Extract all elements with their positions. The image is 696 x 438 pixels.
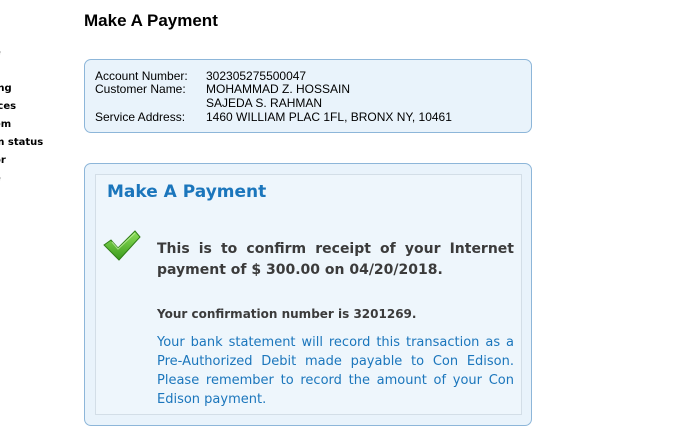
- account-info-box: Account Number: 302305275500047 Customer…: [84, 59, 532, 133]
- service-address: 1460 WILLIAM PLAC 1FL, BRONX NY, 10461: [206, 110, 452, 124]
- checkmark-icon: [103, 230, 141, 261]
- confirmation-number: Your confirmation number is 3201269.: [157, 307, 417, 321]
- sidebar-item-7[interactable]: e: [0, 173, 1, 184]
- customer-name-primary: MOHAMMAD Z. HOSSAIN: [206, 82, 351, 96]
- sidebar-nav: e ing ices em m status or e s: [0, 0, 60, 438]
- sidebar-item-6[interactable]: or: [0, 155, 6, 166]
- payment-confirmation-box: Make A Payment This is to confirm receip…: [84, 163, 532, 426]
- service-address-row: Service Address: 1460 WILLIAM PLAC 1FL, …: [95, 110, 452, 124]
- page-title: Make A Payment: [84, 11, 218, 30]
- payment-confirmation-message: This is to confirm receipt of your Inter…: [157, 241, 514, 278]
- payment-heading: Make A Payment: [107, 182, 267, 202]
- service-address-label: Service Address:: [95, 110, 186, 124]
- sidebar-item-5[interactable]: m status: [0, 137, 43, 148]
- account-number-label: Account Number:: [95, 69, 188, 83]
- payment-confirmation-panel: Make A Payment This is to confirm receip…: [95, 174, 522, 415]
- sidebar-item-4[interactable]: em: [0, 119, 11, 130]
- sidebar-item-2[interactable]: ing: [0, 83, 12, 94]
- bank-statement-note: Your bank statement will record this tra…: [157, 335, 514, 407]
- customer-name-secondary: SAJEDA S. RAHMAN: [206, 96, 323, 110]
- customer-name-row: Customer Name: MOHAMMAD Z. HOSSAIN: [95, 82, 350, 96]
- sidebar-item-1[interactable]: e: [0, 47, 1, 58]
- customer-name-label: Customer Name:: [95, 82, 186, 96]
- sidebar-item-3[interactable]: ices: [0, 101, 16, 112]
